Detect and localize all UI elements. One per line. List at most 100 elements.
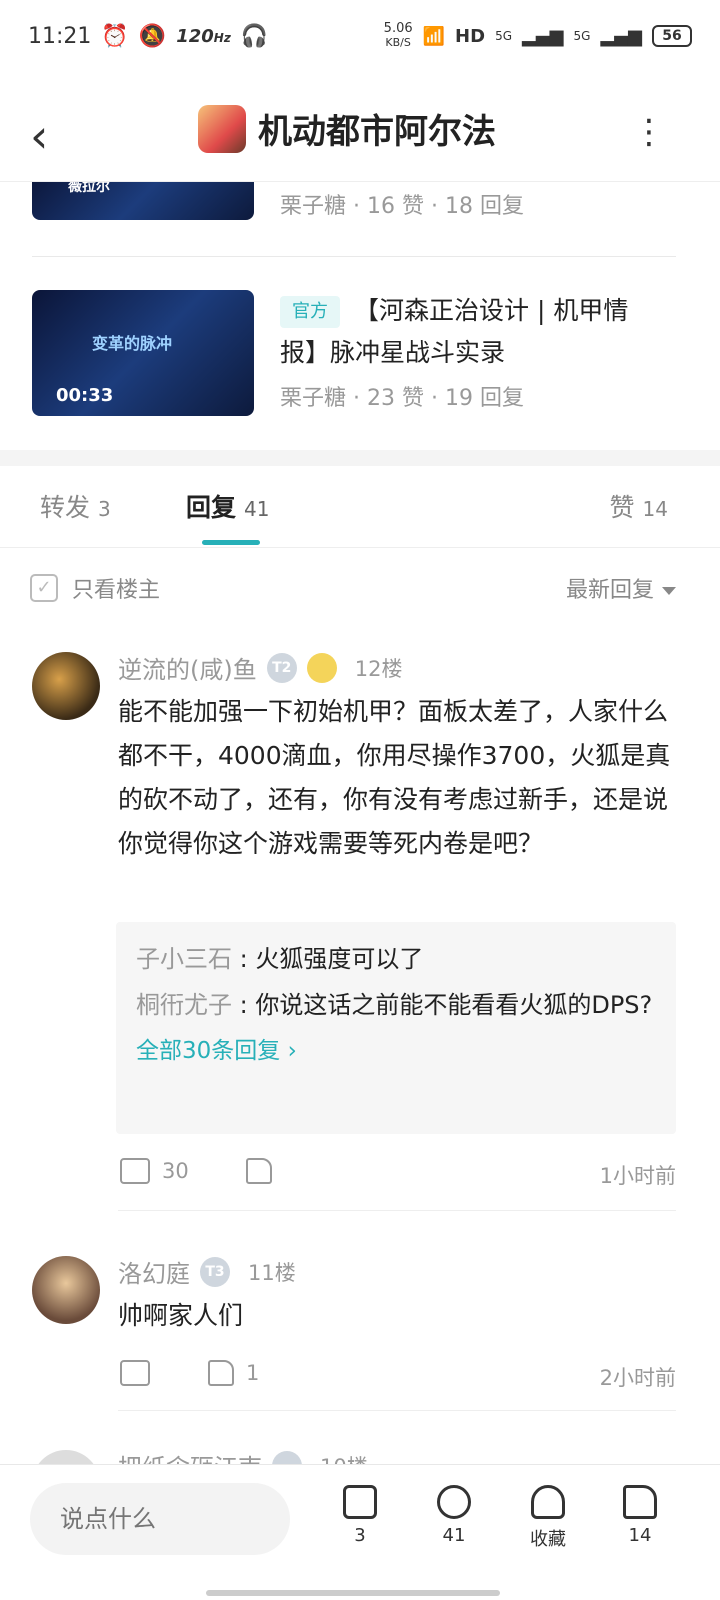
wifi-icon: 📶 — [422, 25, 446, 47]
level-badge-icon: T3 — [200, 1256, 230, 1287]
status-time: 11:21 — [28, 23, 92, 49]
view-all-replies-link[interactable]: 全部30条回复 › — [136, 1028, 656, 1074]
sub-replies[interactable]: 子小三石 : 火狐强度可以了 桐衎尤子 : 你说这话之前能不能看看火狐的DPS?… — [116, 922, 676, 1134]
like-count: 1 — [246, 1361, 260, 1385]
signal-bars-icon: ▂▄▆ — [600, 25, 642, 47]
tab-count: 41 — [244, 497, 270, 521]
related-posts: 薇拉尔 栗子糖 · 16 赞 · 18 回复 变革的脉冲 00:33 官方 【河森… — [0, 182, 720, 450]
like-button[interactable]: 1 — [208, 1360, 259, 1386]
medal-icon — [306, 652, 337, 683]
post-author: 栗子糖 — [280, 194, 347, 219]
comment-button[interactable]: 41 — [424, 1485, 484, 1546]
signal-5g-1: 5G — [495, 29, 512, 43]
comment-input[interactable] — [30, 1483, 290, 1555]
caret-down-icon — [662, 587, 676, 595]
reply-button[interactable]: 30 — [120, 1158, 189, 1184]
level-badge-icon: T2 — [266, 652, 297, 683]
signal-5g-2: 5G — [573, 29, 591, 43]
star-icon — [531, 1485, 565, 1519]
video-thumbnail[interactable]: 变革的脉冲 00:33 — [32, 290, 254, 416]
share-button[interactable]: 3 — [330, 1485, 390, 1546]
tab-forward[interactable]: 转发 3 — [40, 488, 111, 524]
mute-icon: 🔕 — [138, 23, 167, 49]
app-header: ‹ 机动都市阿尔法 ⋮ — [0, 90, 720, 182]
like-button[interactable]: 14 — [610, 1485, 670, 1546]
avatar[interactable] — [32, 652, 100, 720]
divider — [118, 1210, 676, 1211]
related-post-meta: 栗子糖 · 23 赞 · 19 回复 — [280, 380, 524, 412]
share-count: 3 — [354, 1525, 366, 1546]
back-icon[interactable]: ‹ — [30, 108, 48, 164]
comment-count: 41 — [442, 1525, 466, 1546]
divider — [32, 256, 676, 257]
status-bar: 11:21 ⏰ 🔕 120Hz 🎧 5.06 KB/S 📶 HD 5G ▂▄▆ … — [0, 0, 720, 72]
page-title: 机动都市阿尔法 — [258, 112, 496, 152]
comment-text[interactable]: 帅啊家人们 — [118, 1294, 674, 1338]
sort-dropdown[interactable]: 最新回复 — [566, 572, 676, 604]
sub-reply-text: 火狐强度可以了 — [255, 945, 424, 973]
signal-bars-icon: ▂▄▆ — [522, 25, 564, 47]
tab-label: 回复 — [186, 493, 237, 522]
share-icon — [343, 1485, 377, 1519]
thumbs-up-icon — [208, 1360, 234, 1386]
avatar[interactable] — [32, 1256, 100, 1324]
home-indicator[interactable] — [206, 1590, 500, 1596]
refresh-rate-unit: Hz — [213, 30, 231, 45]
reply-count: 30 — [162, 1159, 189, 1183]
tab-reply[interactable]: 回复 41 — [186, 488, 269, 524]
alarm-icon: ⏰ — [101, 23, 129, 49]
divider — [118, 1410, 676, 1411]
comment-text[interactable]: 能不能加强一下初始机甲？面板太差了，人家什么都不干，4000滴血，你用尽操作37… — [118, 690, 674, 866]
tab-count: 3 — [98, 497, 111, 521]
thumbs-up-icon — [623, 1485, 657, 1519]
reply-button[interactable] — [120, 1360, 162, 1386]
headphone-icon: 🎧 — [240, 23, 269, 49]
tab-label: 赞 — [609, 493, 635, 522]
refresh-rate: 120Hz — [176, 26, 231, 47]
comment-actions: 30 1小时前 — [118, 1156, 676, 1196]
username[interactable]: 逆流的(咸)鱼 — [118, 650, 257, 685]
tab-bar: 转发 3 回复 41 赞 14 — [0, 466, 720, 548]
post-author: 栗子糖 — [280, 386, 347, 411]
thumbs-up-icon — [246, 1158, 272, 1184]
floor-number: 12楼 — [354, 656, 403, 681]
comment-icon — [120, 1158, 150, 1184]
sub-reply-text: 你说这话之前能不能看看火狐的DPS? — [255, 991, 653, 1019]
net-speed: 5.06 KB/S — [384, 22, 413, 50]
active-tab-indicator — [202, 540, 260, 545]
comment-bubble-icon — [437, 1485, 471, 1519]
sub-reply-name[interactable]: 桐衎尤子 — [136, 991, 232, 1019]
related-post-title[interactable]: 官方 【河森正治设计 | 机甲情报】脉冲星战斗实录 — [280, 290, 660, 374]
comment-header: 洛幻庭 T3 11楼 — [118, 1254, 296, 1289]
thumbnail-label: 薇拉尔 — [68, 182, 110, 195]
filter-row: ✓ 只看楼主 最新回复 — [0, 566, 720, 610]
comment-actions: 1 2小时前 — [118, 1358, 676, 1398]
video-duration: 00:33 — [56, 385, 114, 406]
forum-title-group[interactable]: 机动都市阿尔法 — [198, 104, 496, 153]
tab-label: 转发 — [40, 493, 91, 522]
comment-icon — [120, 1360, 150, 1386]
username[interactable]: 洛幻庭 — [118, 1254, 190, 1289]
post-stats: · 23 赞 · 19 回复 — [353, 386, 524, 411]
related-post-thumbnail[interactable]: 薇拉尔 — [32, 182, 254, 220]
sub-reply-name[interactable]: 子小三石 — [136, 945, 232, 973]
tab-count: 14 — [642, 497, 668, 521]
floor-number: 11楼 — [248, 1260, 296, 1285]
post-stats: · 16 赞 · 18 回复 — [353, 194, 524, 219]
sort-label: 最新回复 — [565, 578, 654, 603]
hd-label: HD — [455, 25, 486, 47]
more-options-icon[interactable]: ⋮ — [632, 112, 666, 152]
related-post-meta: 栗子糖 · 16 赞 · 18 回复 — [280, 188, 524, 220]
sub-reply: 子小三石 : 火狐强度可以了 — [136, 945, 424, 973]
only-owner-checkbox[interactable]: ✓ — [30, 574, 58, 602]
favorite-button[interactable]: 收藏 — [518, 1485, 578, 1551]
tab-like[interactable]: 赞 14 — [610, 488, 668, 524]
game-icon — [198, 104, 246, 153]
like-button[interactable] — [246, 1158, 284, 1184]
thumbnail-caption: 变革的脉冲 — [92, 334, 173, 353]
battery-icon: 56 — [652, 25, 692, 47]
only-owner-label[interactable]: 只看楼主 — [72, 572, 160, 604]
bottom-action-bar: 3 41 收藏 14 — [0, 1464, 720, 1600]
net-speed-unit: KB/S — [385, 36, 411, 49]
comment-header: 逆流的(咸)鱼 T2 12楼 — [118, 650, 402, 685]
